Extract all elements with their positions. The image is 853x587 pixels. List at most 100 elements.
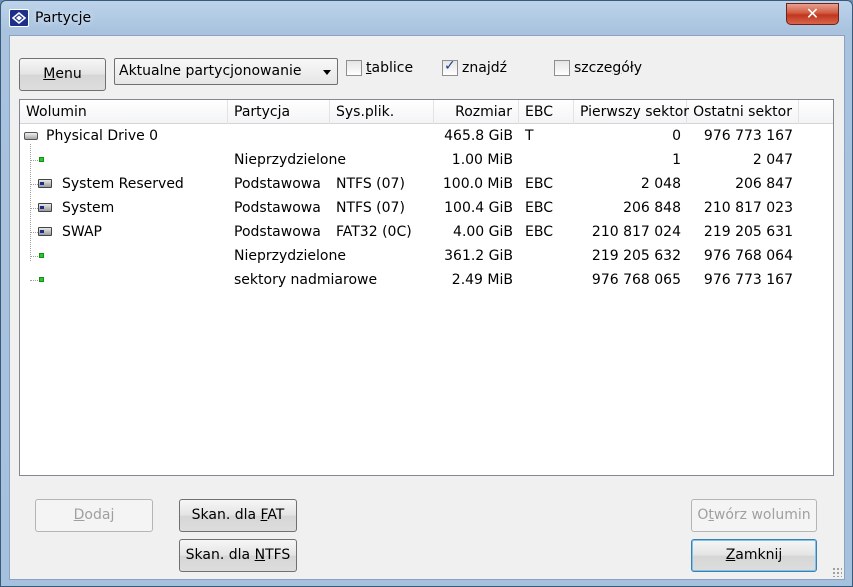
cell-last: 206 847 (735, 176, 793, 192)
open-volume-button[interactable]: Otwórz wolumin (691, 499, 817, 532)
cell-first: 219 205 632 (591, 248, 681, 264)
view-mode-dropdown[interactable]: Aktualne partycjonowanie (114, 58, 338, 85)
column-header-last-sector[interactable]: Ostatni sektor (687, 100, 799, 124)
app-icon[interactable] (9, 9, 29, 27)
partition-icon (38, 179, 52, 188)
cell-ebc (519, 268, 574, 292)
menu-label: enu (55, 66, 82, 82)
cell-volume: Physical Drive 0 (46, 128, 159, 144)
close-icon: ✕ (805, 4, 820, 23)
cell-partition: sektory nadmiarowe (234, 272, 378, 288)
column-header-filler (799, 100, 833, 124)
list-header: Wolumin Partycja Sys.plik. Rozmiar EBC P… (20, 100, 833, 124)
column-header-volume[interactable]: Wolumin (20, 100, 228, 124)
table-row[interactable]: SWAP Podstawowa FAT32 (0C) 4.00 GiB EBC 210 8… (20, 220, 833, 244)
column-header-ebc[interactable]: EBC (519, 100, 574, 124)
menu-hotkey: M (43, 66, 56, 82)
partition-icon (38, 203, 52, 212)
cell-fs (330, 244, 434, 268)
cell-partition: Nieprzydzielone (234, 152, 346, 168)
column-header-filesystem[interactable]: Sys.plik. (330, 100, 434, 124)
cell-ebc: EBC (525, 224, 553, 240)
cell-volume: SWAP (62, 224, 102, 240)
cell-volume (56, 268, 228, 292)
znajdz-checkbox-box[interactable]: ✓ (442, 58, 458, 76)
table-row[interactable]: System Reserved Podstawowa NTFS (07) 100.0 … (20, 172, 833, 196)
title-bar[interactable]: Partycje ✕ (1, 1, 852, 35)
table-row[interactable]: Nieprzydzielone 1.00 MiB 1 2 047 (20, 148, 833, 172)
tree-branch (30, 208, 38, 209)
dropdown-arrow-icon (323, 70, 331, 75)
szczegoly-label: szczegóły (574, 60, 643, 76)
cell-partition: Nieprzydzielone (234, 248, 346, 264)
cell-volume (56, 148, 228, 172)
tablice-label: tablice (366, 60, 414, 76)
cell-ebc (519, 148, 574, 172)
scan-fat-button[interactable]: Skan. dla FAT (179, 499, 297, 532)
window-title: Partycje (35, 10, 92, 26)
partition-icon (38, 227, 52, 236)
column-header-first-sector[interactable]: Pierwszy sektor (574, 100, 689, 124)
cell-volume: System (62, 200, 115, 216)
tree-branch (30, 184, 38, 185)
cell-last: 219 205 631 (703, 224, 793, 240)
cell-partition: Podstawowa (234, 224, 321, 240)
cell-size: 1.00 MiB (451, 152, 513, 168)
cell-first: 976 768 065 (591, 272, 681, 288)
table-row[interactable]: Nieprzydzielone 361.2 GiB 219 205 632 976 7… (20, 244, 833, 268)
table-row[interactable]: System Podstawowa NTFS (07) 100.4 GiB EBC 206… (20, 196, 833, 220)
add-button[interactable]: Dodaj (35, 499, 153, 532)
cell-size: 2.49 MiB (451, 272, 513, 288)
cell-ebc: T (525, 128, 534, 144)
close-button[interactable]: Zamknij (691, 539, 817, 572)
cell-last: 976 773 167 (703, 272, 793, 288)
table-row[interactable]: Physical Drive 0 465.8 GiB T 0 976 773 167 (20, 124, 833, 148)
cell-partition: Podstawowa (234, 200, 321, 216)
tablice-checkbox-box[interactable] (346, 60, 362, 76)
cell-first: 2 048 (640, 176, 681, 192)
cell-fs: FAT32 (0C) (336, 224, 412, 240)
partition-list[interactable]: Wolumin Partycja Sys.plik. Rozmiar EBC P… (19, 99, 834, 476)
cell-partition (228, 124, 330, 148)
menu-button[interactable]: Menu (19, 58, 106, 91)
cell-fs: NTFS (07) (336, 176, 405, 192)
cell-ebc: EBC (525, 176, 553, 192)
unallocated-space-icon (39, 157, 44, 162)
partitions-window: Partycje ✕ Menu Aktualne partycjonowanie… (0, 0, 853, 587)
cell-size: 100.4 GiB (444, 200, 513, 216)
unallocated-space-icon (39, 277, 44, 282)
cell-size: 4.00 GiB (453, 224, 513, 240)
szczegoly-checkbox[interactable]: szczegóły (554, 60, 654, 78)
table-row[interactable]: sektory nadmiarowe 2.49 MiB 976 768 065 976… (20, 268, 833, 292)
cell-fs (330, 124, 434, 148)
column-header-partition[interactable]: Partycja (228, 100, 330, 124)
cell-size: 100.0 MiB (442, 176, 513, 192)
cell-partition: Podstawowa (234, 176, 321, 192)
cell-size: 361.2 GiB (444, 248, 513, 264)
cell-size: 465.8 GiB (444, 128, 513, 144)
hard-drive-icon (24, 132, 38, 140)
tablice-checkbox[interactable]: tablice (346, 60, 426, 78)
cell-last: 976 773 167 (703, 128, 793, 144)
scan-ntfs-button[interactable]: Skan. dla NTFS (179, 539, 297, 572)
client-area: Menu Aktualne partycjonowanie tablice ✓ … (9, 35, 845, 580)
cell-first: 1 (672, 152, 681, 168)
cell-fs (330, 268, 434, 292)
cell-last: 976 768 064 (703, 248, 793, 264)
cell-first: 0 (672, 128, 681, 144)
cell-last: 2 047 (752, 152, 793, 168)
znajdz-checkbox[interactable]: ✓ znajdź (442, 58, 522, 78)
column-header-size[interactable]: Rozmiar (434, 100, 519, 124)
szczegoly-checkbox-box[interactable] (554, 60, 570, 76)
cell-ebc (519, 244, 574, 268)
view-mode-value: Aktualne partycjonowanie (119, 63, 302, 79)
checkmark-icon: ✓ (444, 58, 456, 74)
tree-branch (30, 232, 38, 233)
resize-grip-icon[interactable] (832, 567, 842, 577)
cell-last: 210 817 023 (703, 200, 793, 216)
cell-first: 210 817 024 (591, 224, 681, 240)
cell-fs (330, 148, 434, 172)
close-window-button[interactable]: ✕ (786, 3, 839, 25)
cell-volume: System Reserved (62, 176, 184, 192)
cell-first: 206 848 (623, 200, 681, 216)
